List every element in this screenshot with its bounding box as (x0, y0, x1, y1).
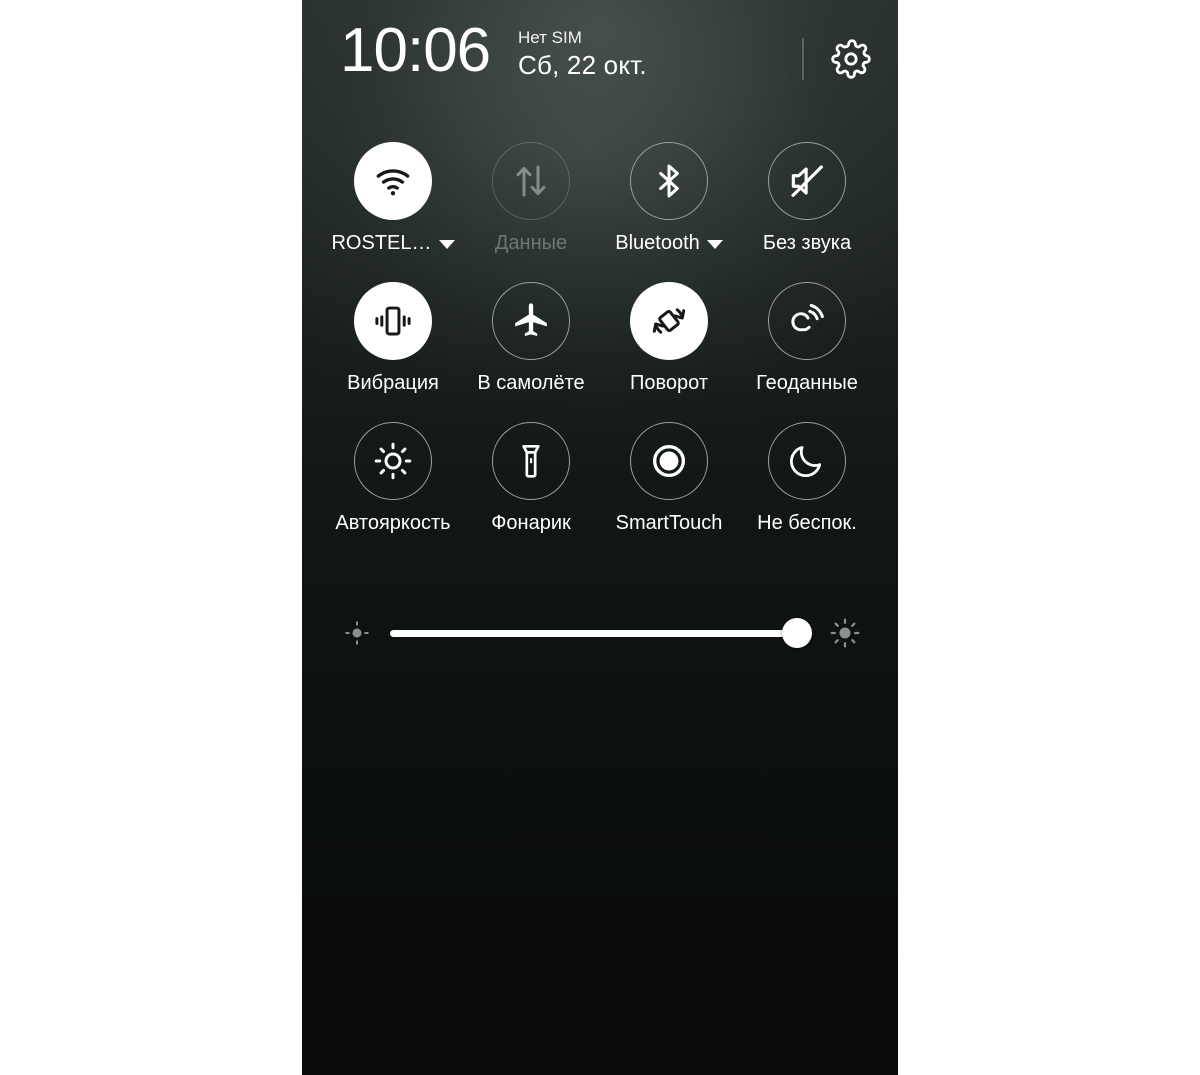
clock: 10:06 (340, 16, 491, 85)
tile-flashlight-label-group: Фонарик (491, 511, 571, 535)
settings-button[interactable] (824, 32, 878, 86)
tile-smarttouch[interactable]: SmartTouch (600, 422, 738, 535)
brightness-high-icon (828, 616, 862, 650)
tile-vibration[interactable]: Вибрация (324, 282, 462, 395)
quick-settings-grid: ROSTEL… Данные Bluetooth Без звука Вибра… (324, 142, 876, 535)
sim-status: Нет SIM (518, 28, 582, 47)
tile-bluetooth[interactable]: Bluetooth (600, 142, 738, 255)
tile-wifi-label-group: ROSTEL… (331, 231, 455, 255)
tile-mobile-data-circle[interactable] (492, 142, 570, 220)
tile-airplane-mode-circle[interactable] (492, 282, 570, 360)
bluetooth-icon (649, 161, 689, 201)
smarttouch-icon (648, 440, 690, 482)
tile-silent-circle[interactable] (768, 142, 846, 220)
tile-airplane-mode[interactable]: В самолёте (462, 282, 600, 395)
tile-wifi-circle[interactable] (354, 142, 432, 220)
quick-settings-panel: 10:06 Нет SIM Сб, 22 окт. ROSTEL… Данные… (302, 0, 898, 1075)
brightness-auto-icon (372, 440, 414, 482)
volume-mute-icon (786, 160, 828, 202)
tile-wifi-label: ROSTEL… (331, 232, 432, 254)
tile-flashlight[interactable]: Фонарик (462, 422, 600, 535)
tile-auto-brightness-label-group: Автояркость (335, 511, 450, 535)
brightness-slider-row (342, 612, 862, 654)
tile-auto-brightness-circle[interactable] (354, 422, 432, 500)
wifi-icon (372, 160, 414, 202)
tile-mobile-data-label: Данные (494, 232, 568, 254)
tile-airplane-mode-label: В самолёте (477, 372, 585, 394)
screenshot-canvas: 10:06 Нет SIM Сб, 22 окт. ROSTEL… Данные… (0, 0, 1200, 1075)
tile-bluetooth-label: Bluetooth (615, 232, 700, 254)
data-arrows-icon (510, 160, 552, 202)
tile-wifi[interactable]: ROSTEL… (324, 142, 462, 255)
tile-silent-label-group: Без звука (763, 231, 851, 255)
tile-mobile-data[interactable]: Данные (462, 142, 600, 255)
tile-bluetooth-circle[interactable] (630, 142, 708, 220)
tile-smarttouch-circle[interactable] (630, 422, 708, 500)
brightness-thumb[interactable] (782, 618, 813, 648)
tile-vibration-label-group: Вибрация (347, 371, 439, 395)
header-text-group: Нет SIM Сб, 22 окт. (518, 28, 647, 80)
brightness-low-icon (342, 618, 372, 648)
vibration-icon (372, 300, 414, 342)
tile-silent-label: Без звука (762, 232, 852, 254)
header-divider (802, 38, 804, 80)
tile-location-label-group: Геоданные (756, 371, 858, 395)
tile-mobile-data-label-group: Данные (495, 231, 567, 255)
tile-location[interactable]: Геоданные (738, 282, 876, 395)
tile-location-circle[interactable] (768, 282, 846, 360)
tile-smarttouch-label-group: SmartTouch (616, 511, 723, 535)
tile-auto-rotate-circle[interactable] (630, 282, 708, 360)
moon-icon (787, 441, 827, 481)
tile-vibration-label: Вибрация (347, 372, 439, 394)
tile-vibration-circle[interactable] (354, 282, 432, 360)
tile-do-not-disturb-circle[interactable] (768, 422, 846, 500)
tile-auto-brightness-label: Автояркость (335, 512, 451, 534)
rotation-icon (648, 300, 690, 342)
tile-silent[interactable]: Без звука (738, 142, 876, 255)
tile-do-not-disturb[interactable]: Не беспок. (738, 422, 876, 535)
tile-auto-rotate[interactable]: Поворот (600, 282, 738, 395)
tile-auto-brightness[interactable]: Автояркость (324, 422, 462, 535)
location-icon (786, 300, 828, 342)
brightness-track[interactable] (390, 629, 810, 637)
tile-flashlight-circle[interactable] (492, 422, 570, 500)
chevron-down-icon[interactable] (438, 240, 455, 249)
date-label: Сб, 22 окт. (518, 50, 647, 80)
tile-do-not-disturb-label-group: Не беспок. (757, 511, 857, 535)
tile-auto-rotate-label-group: Поворот (630, 371, 708, 395)
airplane-icon (511, 301, 551, 341)
tile-location-label: Геоданные (756, 372, 858, 394)
brightness-slider[interactable] (390, 612, 813, 654)
tile-auto-rotate-label: Поворот (630, 372, 708, 394)
tile-bluetooth-label-group: Bluetooth (615, 231, 723, 255)
tile-do-not-disturb-label: Не беспок. (757, 512, 857, 534)
gear-icon (831, 39, 871, 79)
tile-airplane-mode-label-group: В самолёте (477, 371, 584, 395)
chevron-down-icon[interactable] (706, 240, 723, 249)
tile-flashlight-label: Фонарик (491, 512, 571, 534)
status-header: 10:06 Нет SIM Сб, 22 окт. (302, 0, 898, 112)
flashlight-icon (511, 441, 551, 481)
tile-smarttouch-label: SmartTouch (615, 512, 723, 534)
